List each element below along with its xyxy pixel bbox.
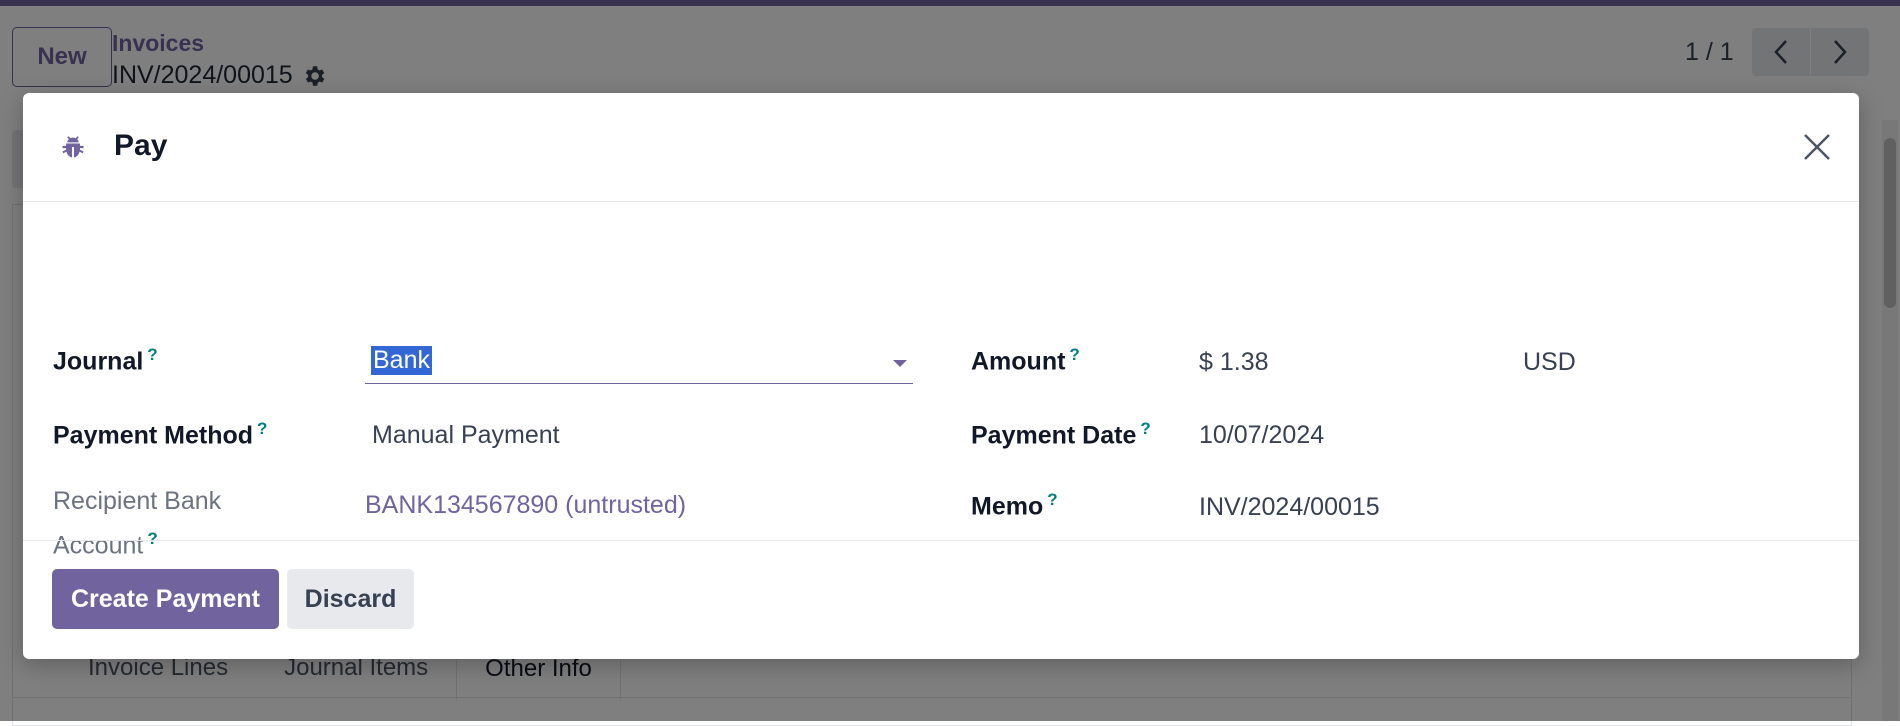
memo-label-text: Memo [971, 492, 1044, 521]
bug-icon[interactable] [59, 133, 87, 161]
journal-help-tooltip[interactable]: ? [147, 345, 157, 364]
journal-label: Journal? [53, 345, 158, 376]
amount-value[interactable]: $ 1.38 [1199, 348, 1269, 377]
dialog-footer: Create Payment Discard [23, 540, 1859, 660]
create-payment-button[interactable]: Create Payment [52, 569, 279, 629]
recipient-bank-label-line1: Recipient Bank [53, 487, 222, 515]
payment-method-label: Payment Method? [53, 419, 267, 450]
amount-label-text: Amount [971, 347, 1066, 376]
payment-date-value[interactable]: 10/07/2024 [1199, 421, 1324, 450]
payment-date-label-text: Payment Date [971, 421, 1137, 450]
pay-dialog: Pay Journal? Bank Payment Method? Manual… [23, 93, 1859, 659]
amount-label: Amount? [971, 345, 1080, 376]
discard-button[interactable]: Discard [287, 569, 414, 629]
dialog-header: Pay [23, 93, 1859, 202]
payment-date-label: Payment Date? [971, 419, 1151, 450]
memo-value[interactable]: INV/2024/00015 [1199, 493, 1380, 522]
memo-label: Memo? [971, 490, 1058, 521]
payment-date-help-tooltip[interactable]: ? [1140, 419, 1150, 438]
amount-help-tooltip[interactable]: ? [1069, 345, 1079, 364]
payment-method-label-text: Payment Method [53, 421, 254, 450]
payment-method-help-tooltip[interactable]: ? [257, 419, 267, 438]
journal-select-value[interactable]: Bank [371, 346, 432, 375]
payment-method-value: Manual Payment [372, 421, 560, 449]
dialog-title: Pay [114, 129, 168, 162]
close-icon[interactable] [1799, 129, 1835, 165]
currency-value[interactable]: USD [1523, 348, 1576, 377]
recipient-bank-link[interactable]: BANK134567890 (untrusted) [365, 491, 686, 520]
memo-help-tooltip[interactable]: ? [1047, 490, 1057, 509]
journal-label-text: Journal [53, 347, 144, 376]
chevron-down-icon[interactable] [893, 360, 907, 367]
journal-select[interactable]: Bank [365, 344, 913, 384]
dialog-body: Journal? Bank Payment Method? Manual Pay… [23, 202, 1859, 559]
